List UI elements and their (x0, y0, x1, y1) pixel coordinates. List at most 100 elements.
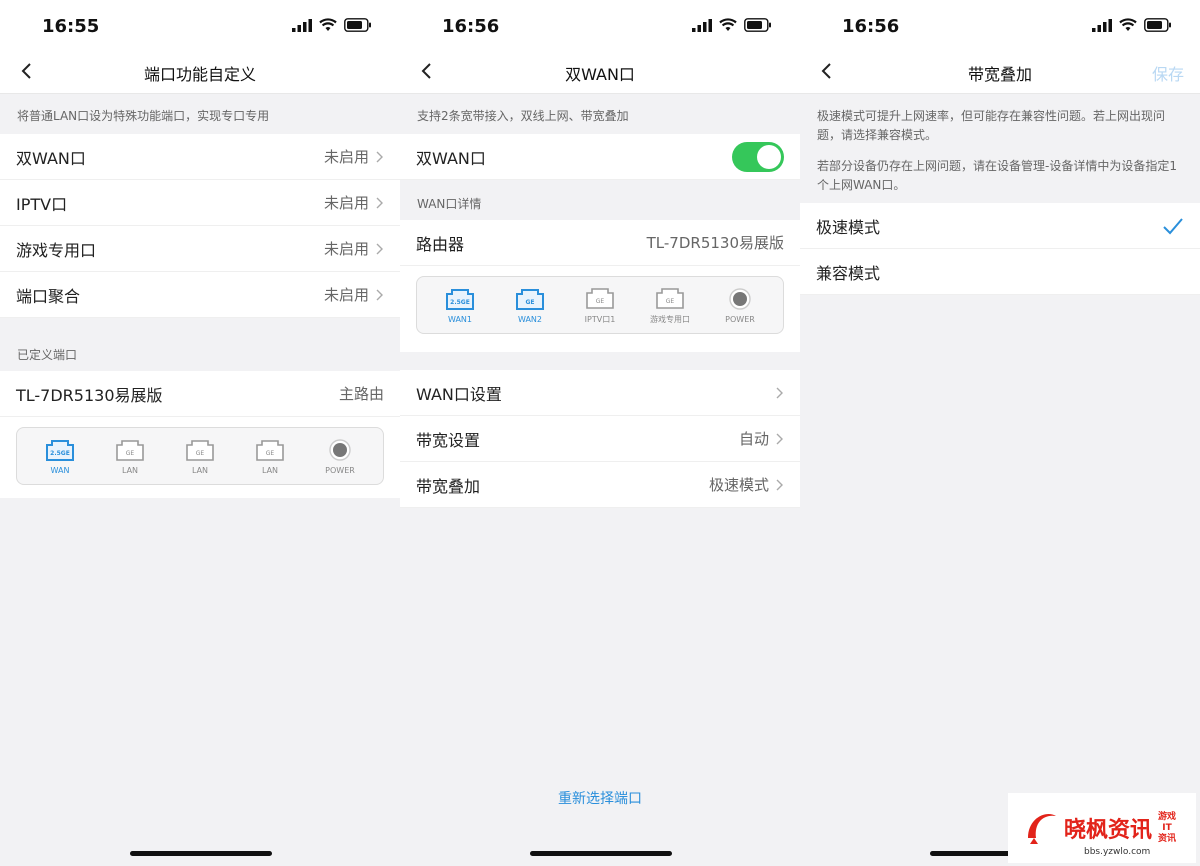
signal-icon (692, 18, 712, 32)
option-label: 极速模式 (816, 217, 881, 237)
row-bandwidth-settings[interactable]: 带宽设置 自动 (400, 416, 800, 462)
power-label: POWER (325, 465, 355, 475)
home-indicator (530, 851, 672, 856)
port-badge: 2.5GE (50, 450, 70, 457)
dual-wan-toggle-switch[interactable] (732, 141, 784, 172)
port-badge: GE (196, 450, 205, 457)
hint-text: 支持2条宽带接入，双线上网、带宽叠加 (417, 109, 629, 123)
status-time: 16:56 (842, 16, 900, 37)
swoosh-logo-icon (1028, 814, 1056, 844)
wan-details-card: 路由器 TL-7DR5130易展版 2.5GE WAN1 GE WAN2 GE … (400, 220, 800, 352)
ethernet-port-icon: 2.5GE (46, 439, 74, 461)
port-diagram: 2.5GE WAN GE LAN GE LAN GE LAN POWER (16, 427, 384, 485)
ethernet-port-icon: 2.5GE (446, 288, 474, 310)
port-power: POWER (712, 287, 768, 324)
hint-text: 将普通LAN口设为特殊功能端口，实现专口专用 (17, 109, 270, 123)
port-diagram: 2.5GE WAN1 GE WAN2 GE IPTV口1 GE 游戏专用口 PO… (416, 276, 784, 334)
ethernet-port-icon: GE (256, 439, 284, 461)
port-label: WAN2 (517, 314, 543, 324)
page-title: 端口功能自定义 (143, 65, 256, 84)
page-title: 带宽叠加 (967, 65, 1032, 84)
chevron-right-icon (776, 433, 783, 444)
port-game: GE 游戏专用口 (642, 286, 698, 325)
wifi-icon (719, 18, 737, 31)
row-dual-wan-toggle: 双WAN口 (400, 134, 800, 180)
hint-text-mode: 极速模式可提升上网速率，但可能存在兼容性问题。若上网出现问题，请选择兼容模式。 (817, 109, 1166, 142)
row-game-port[interactable]: 游戏专用口 未启用 (0, 226, 400, 272)
status-bar: 16:55 (0, 0, 400, 52)
option-compat-mode[interactable]: 兼容模式 (800, 249, 1200, 295)
row-device: TL-7DR5130易展版 主路由 (0, 371, 400, 417)
row-wan-settings[interactable]: WAN口设置 (400, 370, 800, 416)
status-bar: 16:56 (400, 0, 800, 52)
screen-dual-wan: 16:56 双WAN口 支持2条宽带接入，双线上网、带宽叠加 双WAN口 WAN… (400, 0, 800, 866)
section-title-wan-details: WAN口详情 (417, 197, 482, 211)
watermark-side-line: 游戏 (1158, 811, 1177, 822)
port-label: LAN (121, 465, 139, 475)
watermark-side-line: IT (1162, 822, 1172, 833)
port-label: WAN1 (447, 314, 473, 324)
power-button-icon (329, 438, 351, 461)
option-speed-mode[interactable]: 极速模式 (800, 203, 1200, 249)
chevron-right-icon (376, 289, 383, 300)
port-iptv1: GE IPTV口1 (572, 286, 628, 325)
watermark-text: 晓枫资讯 (1064, 817, 1153, 843)
port-function-list: 双WAN口 未启用 IPTV口 未启用 游戏专用口 未启用 端口聚合 未启用 (0, 134, 400, 318)
watermark-logo: 晓枫资讯 游戏 IT 资讯 bbs.yzwlo.com (1008, 793, 1196, 863)
row-label: WAN口设置 (416, 384, 502, 404)
watermark-url: bbs.yzwlo.com (1084, 847, 1151, 857)
battery-icon (1144, 18, 1171, 32)
signal-icon (1092, 18, 1112, 32)
port-badge: GE (266, 450, 275, 457)
port-badge: 2.5GE (450, 299, 470, 306)
battery-icon (344, 18, 371, 32)
chevron-right-icon (776, 479, 783, 490)
row-port-aggregation[interactable]: 端口聚合 未启用 (0, 272, 400, 318)
ethernet-port-icon: GE (586, 287, 614, 309)
row-value: 自动 (738, 430, 769, 448)
row-value: 未启用 (323, 148, 369, 166)
ethernet-port-icon: GE (656, 287, 684, 309)
row-label: 双WAN口 (16, 148, 86, 168)
page-title: 双WAN口 (565, 65, 635, 84)
port-label: WAN (50, 465, 70, 475)
screens-container: 16:55 端口功能自定义 将普通LAN口设为特殊功能端口，实现专口专用 双WA… (0, 0, 1200, 866)
row-label: 端口聚合 (16, 286, 81, 306)
navigation-bar: 端口功能自定义 (0, 52, 400, 94)
port-lan: GE LAN (102, 438, 158, 475)
mode-options-list: 极速模式 兼容模式 (800, 203, 1200, 295)
port-badge: GE (596, 298, 605, 305)
ethernet-port-icon: GE (116, 439, 144, 461)
screen-port-customization: 16:55 端口功能自定义 将普通LAN口设为特殊功能端口，实现专口专用 双WA… (0, 0, 400, 866)
chevron-right-icon (776, 387, 783, 398)
navigation-bar: 双WAN口 (400, 52, 800, 94)
status-time: 16:55 (42, 16, 100, 37)
status-icons (292, 18, 372, 32)
row-label: 带宽叠加 (416, 476, 481, 496)
chevron-right-icon (376, 197, 383, 208)
row-bandwidth-aggregation[interactable]: 带宽叠加 极速模式 (400, 462, 800, 508)
row-value: 极速模式 (708, 476, 769, 494)
device-name: TL-7DR5130易展版 (16, 385, 163, 405)
reselect-ports-link[interactable]: 重新选择端口 (400, 788, 800, 808)
status-time: 16:56 (442, 16, 500, 37)
port-wan: 2.5GE WAN (32, 438, 88, 475)
row-value: 未启用 (323, 240, 369, 258)
row-label: 双WAN口 (416, 148, 486, 168)
home-indicator (130, 851, 272, 856)
status-icons (1092, 18, 1172, 32)
save-button[interactable]: 保存 (1152, 61, 1184, 85)
port-label: LAN (191, 465, 209, 475)
router-model: TL-7DR5130易展版 (646, 234, 784, 252)
watermark-side-line: 资讯 (1158, 833, 1177, 844)
row-iptv[interactable]: IPTV口 未启用 (0, 180, 400, 226)
checkmark-icon (1163, 217, 1183, 234)
defined-ports-card: TL-7DR5130易展版 主路由 2.5GE WAN GE LAN GE LA… (0, 371, 400, 498)
row-dual-wan[interactable]: 双WAN口 未启用 (0, 134, 400, 180)
battery-icon (744, 18, 771, 32)
port-label: LAN (261, 465, 279, 475)
port-wan1: 2.5GE WAN1 (432, 287, 488, 324)
port-lan: GE LAN (172, 438, 228, 475)
power-button-icon (729, 287, 751, 310)
row-value: 未启用 (323, 194, 369, 212)
